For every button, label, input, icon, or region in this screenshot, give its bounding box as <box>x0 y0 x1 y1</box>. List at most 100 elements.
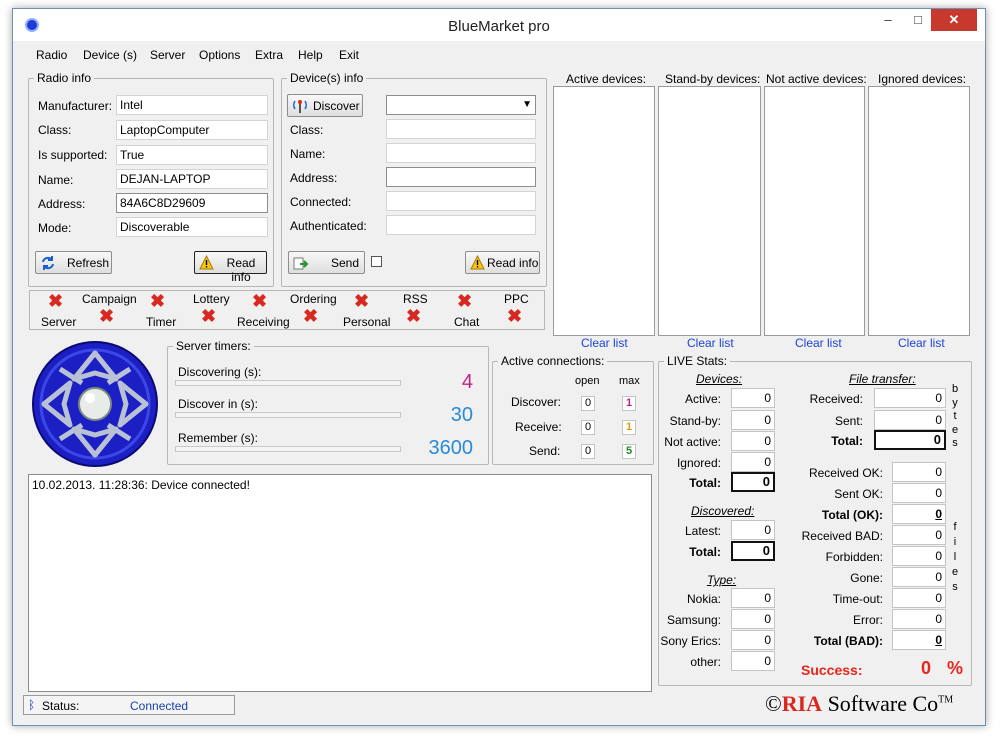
gone-value: 0 <box>892 567 946 587</box>
device-name-field[interactable] <box>386 143 536 163</box>
receive-open-box: 0 <box>581 420 595 435</box>
stat-discovered-total-label: Total: <box>689 545 721 559</box>
name-field[interactable]: DEJAN-LAPTOP <box>116 169 268 189</box>
module-ppc-label: PPC <box>504 292 529 306</box>
device-read-info-label: Read info <box>487 256 539 270</box>
send-button[interactable]: Send <box>288 251 365 274</box>
received-bad-label: Received BAD: <box>801 529 883 543</box>
remember-value: 3600 <box>428 437 474 459</box>
personal-status-icon[interactable]: ✖ <box>354 292 369 310</box>
chat-status-icon[interactable]: ✖ <box>457 292 472 310</box>
live-stats-legend: LIVE Stats: <box>667 354 728 368</box>
menu-options[interactable]: Options <box>199 48 240 62</box>
bytes-received-label: Received: <box>809 392 863 406</box>
refresh-button[interactable]: Refresh <box>35 251 112 274</box>
device-select[interactable]: ▼ <box>386 95 536 115</box>
lottery-status-icon[interactable]: ✖ <box>201 307 216 325</box>
class-field[interactable]: LaptopComputer <box>116 120 268 140</box>
menu-radio[interactable]: Radio <box>36 48 67 62</box>
timer-status-icon[interactable]: ✖ <box>150 292 165 310</box>
connected-field[interactable] <box>386 191 536 211</box>
not-active-devices-list[interactable] <box>764 86 865 336</box>
ignored-devices-list[interactable] <box>868 86 970 336</box>
manufacturer-field[interactable]: Intel <box>116 95 268 115</box>
stat-sony-value: 0 <box>731 630 775 650</box>
received-ok-value: 0 <box>892 462 946 482</box>
mode-field[interactable]: Discoverable <box>116 217 268 237</box>
send-checkbox[interactable] <box>371 256 382 267</box>
bluetooth-icon: ᛒ <box>28 698 36 712</box>
campaign-status-icon[interactable]: ✖ <box>99 307 114 325</box>
radio-read-info-button[interactable]: Read info <box>194 251 267 284</box>
bytes-vertical-label: bytes <box>951 383 959 449</box>
server-status-icon[interactable]: ✖ <box>48 292 63 310</box>
standby-devices-list[interactable] <box>658 86 761 336</box>
copyright-company: Software Co <box>822 691 939 716</box>
stat-active-label: Active: <box>684 392 721 406</box>
status-value: Connected <box>130 699 189 713</box>
refresh-label: Refresh <box>67 256 110 270</box>
warning-icon <box>470 254 485 273</box>
stat-not-active-value: 0 <box>731 431 775 451</box>
copyright-tm: TM <box>938 694 954 706</box>
status-bar: ᛒ Status: Connected <box>23 695 235 715</box>
total-bad-label: Total (BAD): <box>813 634 883 648</box>
sent-ok-value: 0 <box>892 483 946 503</box>
authenticated-label: Authenticated: <box>290 219 367 233</box>
maximize-button[interactable]: □ <box>903 9 933 31</box>
received-ok-label: Received OK: <box>808 466 883 480</box>
active-devices-header: Active devices: <box>566 72 647 86</box>
clear-ignored-link[interactable]: Clear list <box>898 336 945 350</box>
module-ordering-label: Ordering <box>290 292 337 306</box>
receive-max-box[interactable]: 1 <box>622 420 636 435</box>
supported-label: Is supported: <box>38 148 108 162</box>
clear-active-link[interactable]: Clear list <box>581 336 628 350</box>
received-bad-value: 0 <box>892 525 946 545</box>
module-lottery-label: Lottery <box>193 292 230 306</box>
sent-ok-label: Sent OK: <box>834 487 883 501</box>
discover-label: Discover <box>313 99 360 113</box>
menu-exit[interactable]: Exit <box>339 48 359 62</box>
open-column-header: open <box>575 375 600 387</box>
send-max-box[interactable]: 5 <box>622 444 636 459</box>
send-open-box: 0 <box>581 444 595 459</box>
mode-label: Mode: <box>38 221 72 235</box>
ordering-status-icon[interactable]: ✖ <box>303 307 318 325</box>
timeout-label: Time-out: <box>832 592 883 606</box>
warning-icon <box>199 254 214 273</box>
success-value: 0 <box>921 658 932 678</box>
chevron-down-icon: ▼ <box>522 99 532 110</box>
menu-devices[interactable]: Device (s) <box>83 48 137 62</box>
rss-status-icon[interactable]: ✖ <box>406 307 421 325</box>
menu-help[interactable]: Help <box>298 48 323 62</box>
stat-samsung-label: Samsung: <box>666 613 721 627</box>
receiving-status-icon[interactable]: ✖ <box>252 292 267 310</box>
supported-field[interactable]: True <box>116 145 268 165</box>
total-ok-value: 0 <box>892 504 946 524</box>
discover-max-box[interactable]: 1 <box>622 396 636 411</box>
devices-section-title: Devices: <box>696 372 743 386</box>
bytes-sent-value: 0 <box>874 410 946 430</box>
ppc-status-icon[interactable]: ✖ <box>507 307 522 325</box>
stat-sony-label: Sony Erics: <box>660 634 721 648</box>
stat-nokia-label: Nokia: <box>686 592 721 606</box>
antenna-icon <box>292 98 308 117</box>
stat-not-active-label: Not active: <box>664 435 721 449</box>
minimize-button[interactable]: ‒ <box>873 9 903 31</box>
authenticated-field[interactable] <box>386 215 536 235</box>
device-read-info-button[interactable]: Read info <box>465 251 540 274</box>
menu-extra[interactable]: Extra <box>255 48 283 62</box>
address-field[interactable]: 84A6C8D29609 <box>116 193 268 213</box>
device-address-field[interactable] <box>386 167 536 187</box>
stat-devices-total-value: 0 <box>731 472 775 492</box>
clear-not-active-link[interactable]: Clear list <box>795 336 842 350</box>
active-devices-list[interactable] <box>553 86 655 336</box>
module-timer-label: Timer <box>146 315 177 329</box>
stat-devices-total-label: Total: <box>689 476 721 490</box>
close-button[interactable]: ✕ <box>931 9 977 31</box>
event-log[interactable]: 10.02.2013. 11:28:36: Device connected! <box>28 474 652 692</box>
discover-button[interactable]: Discover <box>287 94 363 117</box>
device-class-field[interactable] <box>386 119 536 139</box>
menu-server[interactable]: Server <box>150 48 185 62</box>
clear-standby-link[interactable]: Clear list <box>687 336 734 350</box>
